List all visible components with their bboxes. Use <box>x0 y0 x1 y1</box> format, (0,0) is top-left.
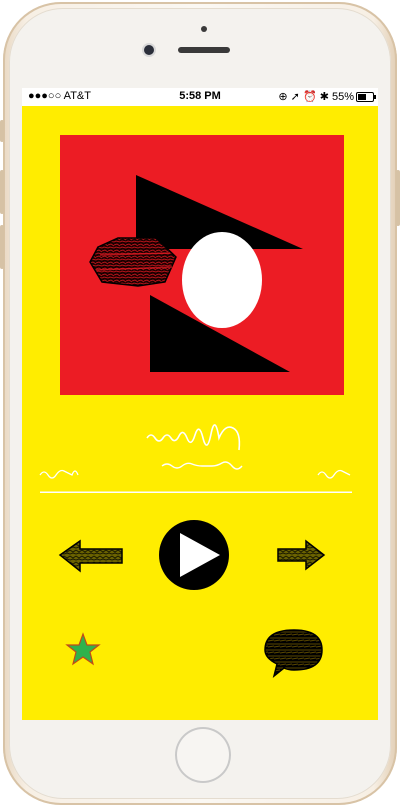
speech-bubble-icon <box>264 629 323 678</box>
track-title-scribble <box>146 424 241 451</box>
front-camera <box>144 45 154 55</box>
star-icon <box>65 632 101 666</box>
action-row <box>22 618 378 688</box>
proximity-sensor <box>201 26 207 32</box>
home-button[interactable] <box>175 727 231 783</box>
track-info <box>22 423 378 493</box>
next-button[interactable] <box>277 539 326 571</box>
playback-controls <box>22 513 378 613</box>
battery-icon <box>356 92 376 102</box>
earpiece-speaker <box>178 47 230 53</box>
power-button <box>396 170 400 226</box>
status-indicators: ⊕ ➚ ⏰ ✱ 55% <box>278 91 354 103</box>
volume-up-button <box>0 170 4 214</box>
favorite-button[interactable] <box>65 632 101 666</box>
album-art <box>60 135 344 395</box>
comment-button[interactable] <box>264 629 323 678</box>
previous-arrow-icon <box>58 539 123 573</box>
play-button[interactable] <box>159 520 229 590</box>
next-arrow-icon <box>277 539 326 571</box>
track-artist-scribble <box>161 461 243 470</box>
status-bar: ●●●○○ AT&T 5:58 PM ⊕ ➚ ⏰ ✱ 55% <box>22 88 378 106</box>
mute-switch <box>0 120 4 142</box>
previous-button[interactable] <box>58 539 123 573</box>
volume-down-button <box>0 225 4 269</box>
app-screen: ●●●○○ AT&T 5:58 PM ⊕ ➚ ⏰ ✱ 55% <box>22 88 378 720</box>
